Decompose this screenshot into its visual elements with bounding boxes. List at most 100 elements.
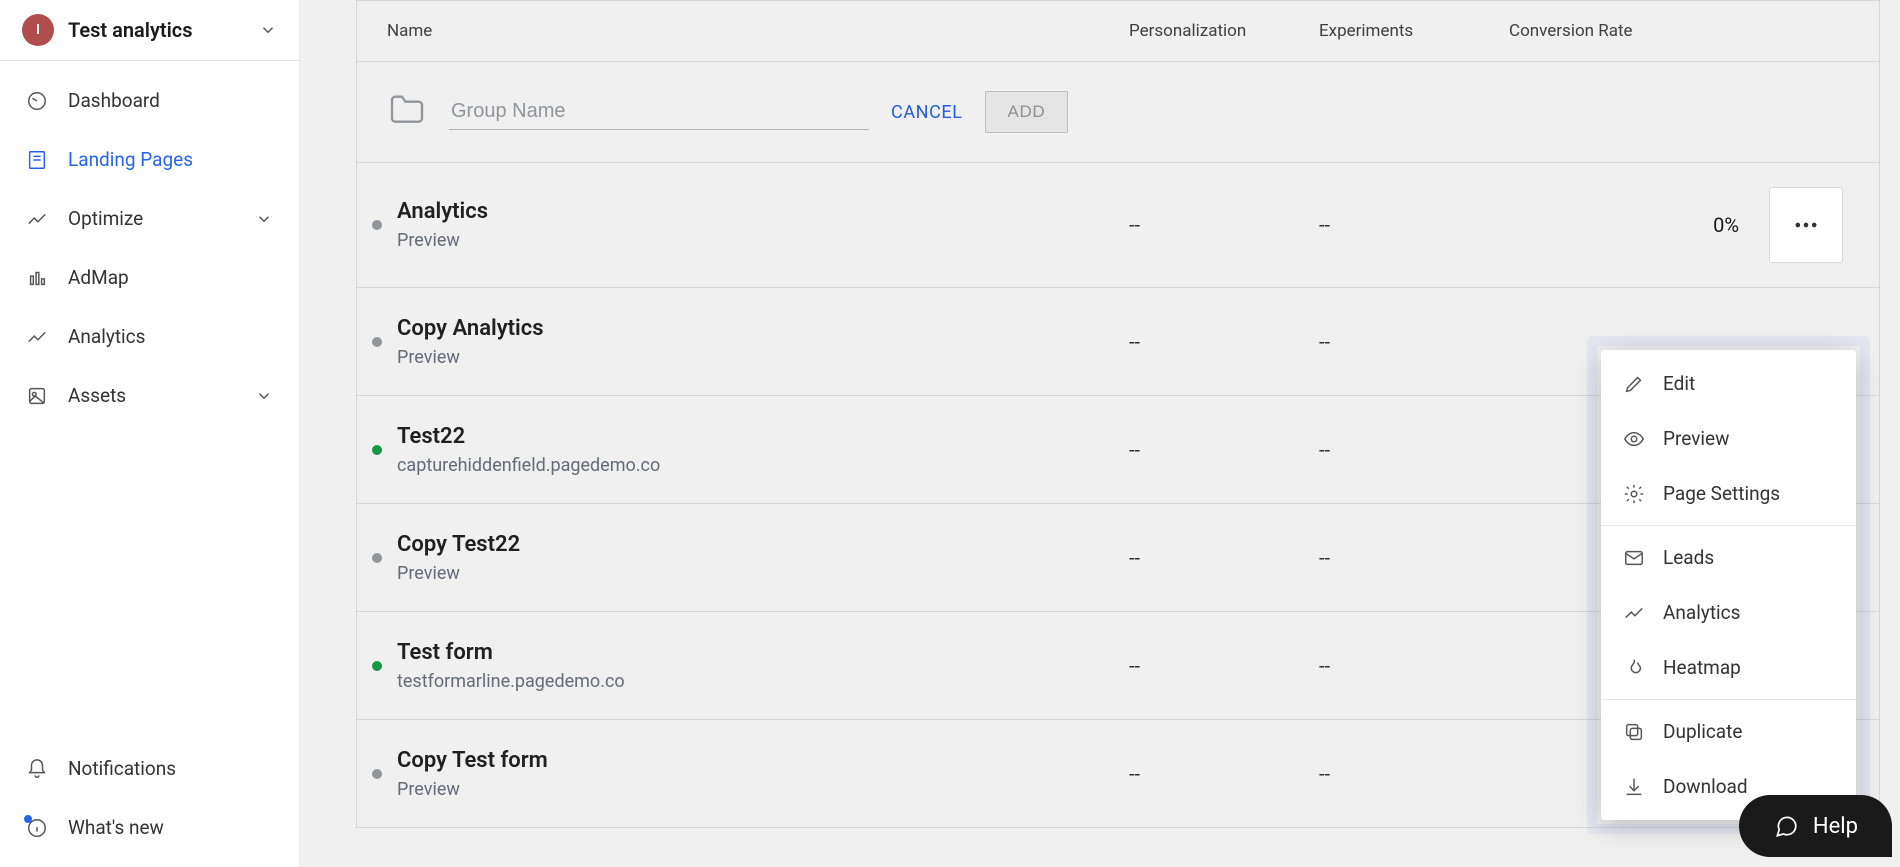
help-label: Help [1813, 814, 1858, 839]
nav-assets[interactable]: Assets [0, 366, 299, 425]
nav-label: Assets [68, 384, 126, 407]
nav-label: Optimize [68, 207, 143, 230]
status-dot [372, 445, 382, 455]
optimize-icon [26, 208, 48, 230]
col-experiments: Experiments [1319, 21, 1509, 41]
row-subtitle: Preview [397, 347, 1129, 368]
menu-item-label: Leads [1663, 546, 1714, 569]
menu-item-label: Edit [1663, 372, 1695, 395]
cell-experiments: -- [1319, 762, 1509, 786]
row-subtitle: capturehiddenfield.pagedemo.co [397, 455, 1129, 476]
row-title: Copy Analytics [397, 316, 1129, 341]
mail-icon [1623, 547, 1645, 569]
new-group-row: CANCEL ADD [357, 61, 1879, 162]
menu-item-label: Page Settings [1663, 482, 1780, 505]
gear-icon [1623, 483, 1645, 505]
dashboard-icon [26, 90, 48, 112]
status-dot [372, 661, 382, 671]
row-title: Copy Test form [397, 748, 1129, 773]
folder-icon [387, 90, 427, 134]
cell-personalization: -- [1129, 213, 1319, 237]
account-name: Test analytics [68, 18, 245, 42]
menu-item-edit[interactable]: Edit [1601, 356, 1856, 411]
context-menu: Edit Preview Page Settings Leads Analytics He… [1601, 350, 1856, 820]
cell-experiments: -- [1319, 546, 1509, 570]
menu-item-page-settings[interactable]: Page Settings [1601, 466, 1856, 521]
more-horizontal-icon [1792, 211, 1820, 239]
sidebar: I Test analytics Dashboard Landing Pages… [0, 0, 300, 867]
menu-item-duplicate[interactable]: Duplicate [1601, 704, 1856, 759]
row-subtitle: Preview [397, 563, 1129, 584]
menu-item-label: Preview [1663, 427, 1729, 450]
pencil-icon [1623, 373, 1645, 395]
cell-experiments: -- [1319, 654, 1509, 678]
nav-label: Landing Pages [68, 148, 193, 171]
group-name-input[interactable] [449, 94, 869, 130]
menu-item-leads[interactable]: Leads [1601, 530, 1856, 585]
cell-personalization: -- [1129, 654, 1319, 678]
trend-icon [1623, 602, 1645, 624]
row-subtitle: testformarline.pagedemo.co [397, 671, 1129, 692]
nav-whats-new[interactable]: What's new [0, 798, 299, 857]
main: Name Personalization Experiments Convers… [300, 0, 1900, 867]
cell-personalization: -- [1129, 762, 1319, 786]
cell-conversion: 0% [1509, 213, 1769, 237]
bell-icon [26, 758, 48, 780]
table-row[interactable]: Analytics Preview -- -- 0% [357, 162, 1879, 287]
row-actions-button[interactable] [1769, 187, 1843, 263]
chevron-down-icon [255, 210, 273, 228]
menu-item-label: Download [1663, 775, 1748, 798]
download-icon [1623, 776, 1645, 798]
cell-personalization: -- [1129, 438, 1319, 462]
nav-label: Analytics [68, 325, 145, 348]
nav-analytics[interactable]: Analytics [0, 307, 299, 366]
chevron-down-icon [259, 21, 277, 39]
nav-label: What's new [68, 816, 164, 839]
landing-pages-icon [26, 149, 48, 171]
col-conversion: Conversion Rate [1509, 21, 1769, 41]
nav-label: AdMap [68, 266, 129, 289]
row-title: Test form [397, 640, 1129, 665]
info-icon [26, 817, 48, 839]
nav-label: Dashboard [68, 89, 160, 112]
eye-icon [1623, 428, 1645, 450]
admap-icon [26, 267, 48, 289]
row-subtitle: Preview [397, 779, 1129, 800]
nav-label: Notifications [68, 757, 176, 780]
add-button[interactable]: ADD [985, 91, 1069, 133]
status-dot [372, 769, 382, 779]
col-personalization: Personalization [1129, 21, 1319, 41]
cell-experiments: -- [1319, 438, 1509, 462]
copy-icon [1623, 721, 1645, 743]
flame-icon [1623, 657, 1645, 679]
menu-item-preview[interactable]: Preview [1601, 411, 1856, 466]
help-button[interactable]: Help [1739, 795, 1892, 857]
row-title: Analytics [397, 199, 1129, 224]
col-name: Name [387, 21, 1129, 41]
analytics-icon [26, 326, 48, 348]
assets-icon [26, 385, 48, 407]
menu-item-label: Duplicate [1663, 720, 1742, 743]
nav-landing-pages[interactable]: Landing Pages [0, 130, 299, 189]
cancel-button[interactable]: CANCEL [891, 102, 963, 123]
menu-item-label: Heatmap [1663, 656, 1741, 679]
cell-personalization: -- [1129, 546, 1319, 570]
account-switcher[interactable]: I Test analytics [0, 0, 299, 61]
menu-item-analytics[interactable]: Analytics [1601, 585, 1856, 640]
chat-icon [1773, 813, 1799, 839]
nav-notifications[interactable]: Notifications [0, 739, 299, 798]
nav-admap[interactable]: AdMap [0, 248, 299, 307]
row-subtitle: Preview [397, 230, 1129, 251]
status-dot [372, 220, 382, 230]
cell-personalization: -- [1129, 330, 1319, 354]
cell-experiments: -- [1319, 330, 1509, 354]
chevron-down-icon [255, 387, 273, 405]
cell-experiments: -- [1319, 213, 1509, 237]
row-title: Test22 [397, 424, 1129, 449]
status-dot [372, 337, 382, 347]
nav-dashboard[interactable]: Dashboard [0, 71, 299, 130]
nav: Dashboard Landing Pages Optimize AdMap A… [0, 61, 299, 739]
table-header: Name Personalization Experiments Convers… [356, 0, 1880, 61]
menu-item-heatmap[interactable]: Heatmap [1601, 640, 1856, 695]
nav-optimize[interactable]: Optimize [0, 189, 299, 248]
